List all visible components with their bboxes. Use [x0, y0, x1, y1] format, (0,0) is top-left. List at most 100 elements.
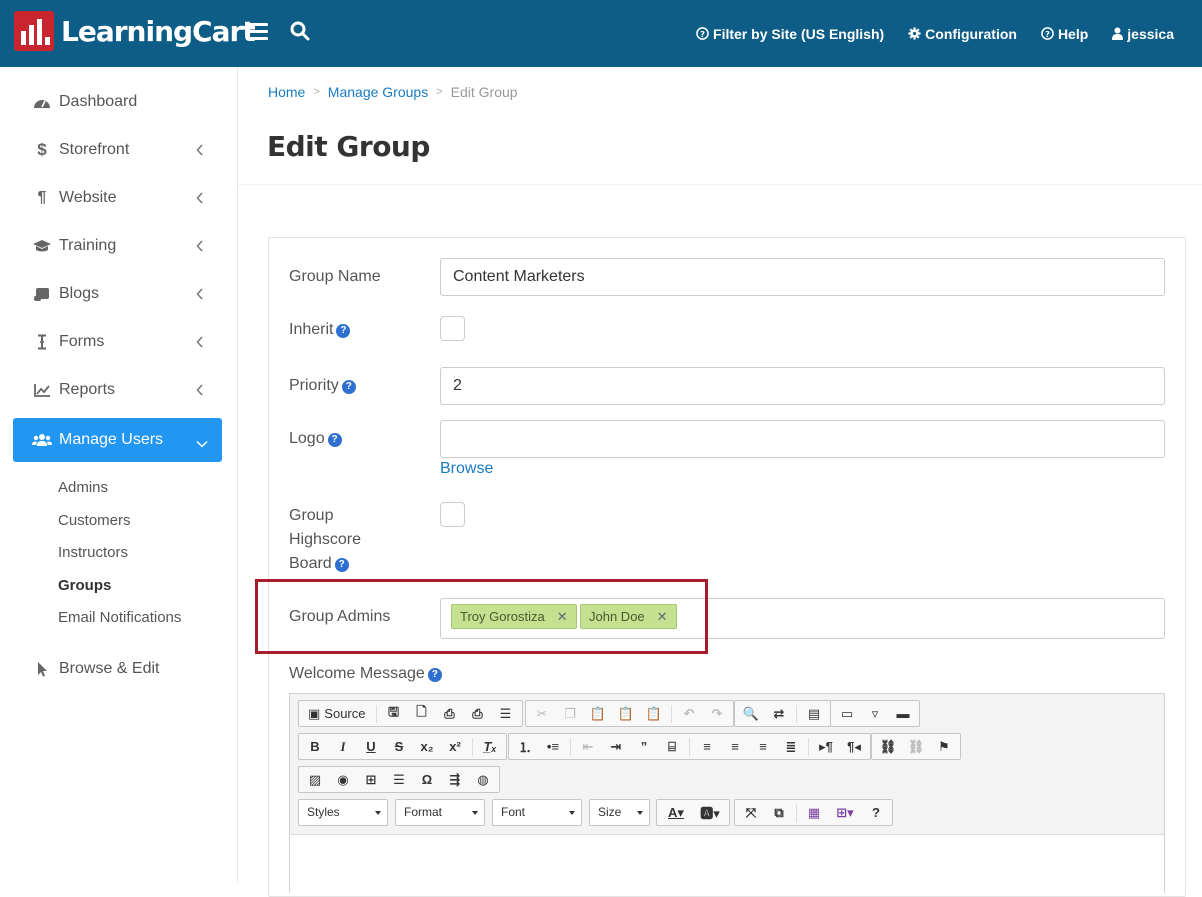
svg-text:?: ?	[1045, 29, 1050, 39]
table-icon[interactable]: ⊞	[358, 769, 384, 791]
bg-color-icon[interactable]: 🅰▾	[694, 802, 726, 824]
new-page-icon[interactable]: 🗋	[409, 703, 435, 725]
page-break-icon[interactable]: ⇶	[442, 769, 468, 791]
maximize-icon[interactable]: ⤧	[738, 802, 764, 824]
template-insert-icon[interactable]: ▦	[801, 802, 827, 824]
paste-word-icon[interactable]: 📋	[641, 703, 667, 725]
about-question-icon[interactable]: ?	[863, 802, 889, 824]
find-icon[interactable]: 🔍	[738, 703, 764, 725]
chevron-left-icon	[196, 335, 204, 353]
highscore-label: Group Highscore Board?	[289, 504, 361, 576]
help-icon[interactable]: ?	[341, 380, 356, 394]
users-icon	[32, 433, 52, 447]
help-icon[interactable]: ?	[427, 668, 442, 682]
sidebar-item-dashboard[interactable]: Dashboard	[13, 80, 222, 124]
link-icon[interactable]: ⛓	[875, 736, 901, 758]
show-blocks-icon[interactable]: ⧉	[766, 802, 792, 824]
form-icon[interactable]: ▭	[834, 703, 860, 725]
rtl-icon[interactable]: ¶◂	[841, 736, 867, 758]
align-center-icon[interactable]: ≡	[722, 736, 748, 758]
unlink-icon[interactable]: ⛓	[903, 736, 929, 758]
horizontal-line-icon[interactable]: ☰	[386, 769, 412, 791]
flash-icon[interactable]: ◉	[330, 769, 356, 791]
filter-by-site-link[interactable]: ? Filter by Site (US English)	[696, 26, 884, 42]
highscore-checkbox[interactable]	[440, 502, 465, 527]
sidebar-subitem-email-notifications[interactable]: Email Notifications	[58, 609, 181, 626]
cut-icon[interactable]: ✂	[529, 703, 555, 725]
inherit-checkbox[interactable]	[440, 316, 465, 341]
logo-input[interactable]	[440, 420, 1165, 458]
align-right-icon[interactable]: ≡	[750, 736, 776, 758]
toolbar-basic-styles-group: B I U S x₂ x² T̲ₓ	[298, 733, 507, 760]
justify-icon[interactable]: ≣	[778, 736, 804, 758]
sidebar-item-manage-users[interactable]: Manage Users	[13, 418, 222, 462]
numbered-list-icon[interactable]: ⒈	[512, 736, 538, 758]
help-icon[interactable]: ?	[336, 324, 351, 338]
blockquote-icon[interactable]: ”	[631, 736, 657, 758]
indent-icon[interactable]: ⇥	[603, 736, 629, 758]
copy-icon[interactable]: ❐	[557, 703, 583, 725]
sidebar-item-blogs[interactable]: Blogs	[13, 272, 222, 316]
outdent-icon[interactable]: ⇤	[575, 736, 601, 758]
button-field-icon[interactable]: ▬	[890, 703, 916, 725]
preview-icon[interactable]: ⎙	[437, 703, 463, 725]
save-icon[interactable]: 🖫	[381, 703, 407, 725]
sidebar-subitem-instructors[interactable]: Instructors	[58, 544, 128, 561]
search-icon[interactable]	[290, 21, 310, 46]
div-container-icon[interactable]: ⌸	[659, 736, 685, 758]
menu-toggle-icon[interactable]	[249, 23, 268, 40]
print-icon[interactable]: ⎙	[465, 703, 491, 725]
image-icon[interactable]: ▨	[302, 769, 328, 791]
sidebar-subitem-admins[interactable]: Admins	[58, 479, 108, 496]
grid-menu-icon[interactable]: ⊞▾	[829, 802, 861, 824]
italic-icon[interactable]: I	[330, 736, 356, 758]
breadcrumb-home[interactable]: Home	[268, 84, 305, 100]
sidebar-item-forms[interactable]: Forms	[13, 320, 222, 364]
superscript-icon[interactable]: x²	[442, 736, 468, 758]
browse-link[interactable]: Browse	[440, 460, 493, 478]
size-dropdown[interactable]: Size	[589, 799, 650, 826]
user-menu[interactable]: jessica	[1112, 26, 1174, 42]
anchor-flag-icon[interactable]: ⚑	[931, 736, 957, 758]
select-all-icon[interactable]: ▤	[801, 703, 827, 725]
text-color-icon[interactable]: A▾	[660, 802, 692, 824]
paste-icon[interactable]: 📋	[585, 703, 611, 725]
undo-icon[interactable]: ↶	[676, 703, 702, 725]
subscript-icon[interactable]: x₂	[414, 736, 440, 758]
priority-input[interactable]: 2	[440, 367, 1165, 405]
format-dropdown[interactable]: Format	[395, 799, 485, 826]
sidebar-subitem-customers[interactable]: Customers	[58, 512, 131, 529]
group-name-input[interactable]: Content Marketers	[440, 258, 1165, 296]
redo-icon[interactable]: ↷	[704, 703, 730, 725]
app-logo[interactable]: LearningCart	[14, 11, 256, 51]
sidebar-item-training[interactable]: Training	[13, 224, 222, 268]
sidebar-subitem-groups[interactable]: Groups	[58, 577, 111, 594]
editor-content-area[interactable]	[290, 834, 1164, 894]
help-link[interactable]: ? Help	[1041, 26, 1088, 42]
breadcrumb-manage-groups[interactable]: Manage Groups	[328, 84, 428, 100]
iframe-globe-icon[interactable]: ◍	[470, 769, 496, 791]
bulleted-list-icon[interactable]: •≡	[540, 736, 566, 758]
font-dropdown[interactable]: Font	[492, 799, 582, 826]
underline-icon[interactable]: U	[358, 736, 384, 758]
replace-icon[interactable]: ⇄	[766, 703, 792, 725]
sidebar-item-storefront[interactable]: $ Storefront	[13, 128, 222, 172]
select-field-icon[interactable]: ▿	[862, 703, 888, 725]
remove-format-icon[interactable]: T̲ₓ	[477, 736, 503, 758]
special-char-icon[interactable]: Ω	[414, 769, 440, 791]
help-icon[interactable]: ?	[334, 558, 349, 572]
sidebar-item-website[interactable]: ¶ Website	[13, 176, 222, 220]
ltr-icon[interactable]: ▸¶	[813, 736, 839, 758]
bold-icon[interactable]: B	[302, 736, 328, 758]
styles-dropdown[interactable]: Styles	[298, 799, 388, 826]
help-icon[interactable]: ?	[327, 433, 342, 447]
sidebar-item-browse-edit[interactable]: Browse & Edit	[13, 647, 222, 691]
configuration-link[interactable]: Configuration	[908, 26, 1017, 42]
strikethrough-icon[interactable]: S	[386, 736, 412, 758]
source-button[interactable]: ▣ Source	[302, 703, 372, 725]
sidebar-item-reports[interactable]: Reports	[13, 368, 222, 412]
paste-text-icon[interactable]: 📋	[613, 703, 639, 725]
templates-icon[interactable]: ☰	[493, 703, 519, 725]
format-label: Format	[404, 805, 443, 819]
align-left-icon[interactable]: ≡	[694, 736, 720, 758]
